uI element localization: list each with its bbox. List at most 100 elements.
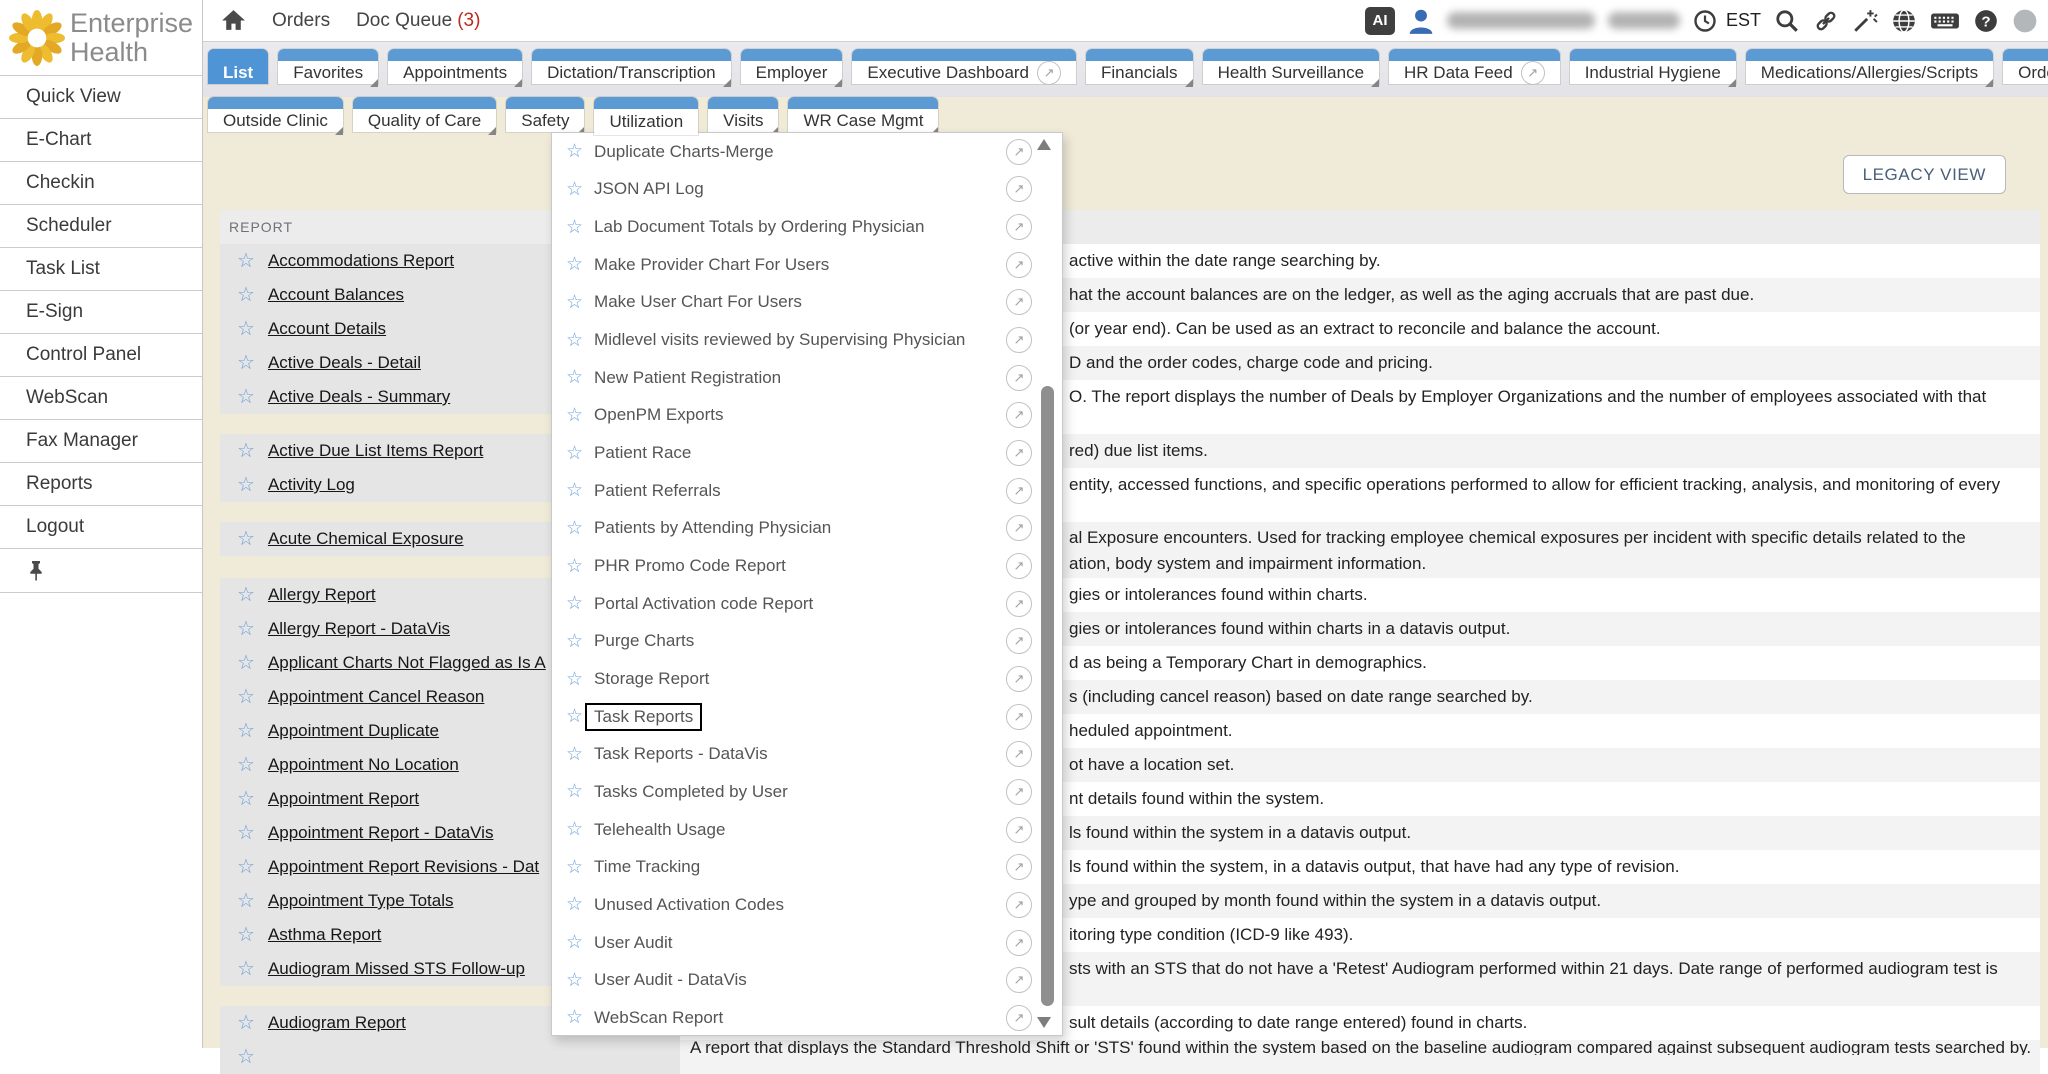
dropdown-item-patients-by-attending-physician[interactable]: ☆Patients by Attending Physician↗	[552, 510, 1062, 548]
tab-employer[interactable]: Employer	[741, 49, 843, 84]
report-link[interactable]: Activity Log	[268, 475, 355, 495]
dropdown-item-midlevel-visits-reviewed-by-supervising-physician[interactable]: ☆Midlevel visits reviewed by Supervising…	[552, 321, 1062, 359]
scroll-down-arrow[interactable]	[1037, 1017, 1051, 1028]
report-link[interactable]: Applicant Charts Not Flagged as Is A	[268, 653, 546, 673]
report-link[interactable]: Appointment Cancel Reason	[268, 687, 484, 707]
dropdown-item-lab-document-totals-by-ordering-physician[interactable]: ☆Lab Document Totals by Ordering Physici…	[552, 208, 1062, 246]
favorite-star-icon[interactable]: ☆	[237, 285, 255, 305]
report-link[interactable]: Account Balances	[268, 285, 404, 305]
report-link[interactable]: Audiogram Report	[268, 1013, 406, 1033]
tab-outside-clinic[interactable]: Outside Clinic	[208, 97, 343, 132]
favorite-star-icon[interactable]: ☆	[237, 387, 255, 407]
report-link[interactable]: Allergy Report - DataVis	[268, 619, 450, 639]
tab-health-surveillance[interactable]: Health Surveillance	[1203, 49, 1379, 84]
dropdown-item-user-audit-datavis[interactable]: ☆User Audit - DataVis↗	[552, 961, 1062, 999]
favorite-star-icon[interactable]: ☆	[566, 218, 583, 237]
report-link[interactable]: Appointment Type Totals	[268, 891, 454, 911]
open-new-window-icon[interactable]: ↗	[1006, 854, 1032, 880]
open-new-window-icon[interactable]: ↗	[1006, 779, 1032, 805]
favorite-star-icon[interactable]: ☆	[566, 519, 583, 538]
favorite-star-icon[interactable]: ☆	[566, 820, 583, 839]
favorite-star-icon[interactable]: ☆	[566, 670, 583, 689]
favorite-star-icon[interactable]: ☆	[237, 823, 255, 843]
open-new-window-icon[interactable]: ↗	[1006, 176, 1032, 202]
tab-list[interactable]: List	[208, 49, 268, 84]
open-new-window-icon[interactable]: ↗	[1006, 327, 1032, 353]
help-icon[interactable]: ?	[1973, 8, 1999, 34]
dropdown-item-make-user-chart-for-users[interactable]: ☆Make User Chart For Users↗	[552, 284, 1062, 322]
favorite-star-icon[interactable]: ☆	[566, 368, 583, 387]
wand-icon[interactable]	[1852, 8, 1878, 34]
dropdown-item-make-provider-chart-for-users[interactable]: ☆Make Provider Chart For Users↗	[552, 246, 1062, 284]
favorite-star-icon[interactable]: ☆	[237, 755, 255, 775]
dropdown-item-unused-activation-codes[interactable]: ☆Unused Activation Codes↗	[552, 886, 1062, 924]
favorite-star-icon[interactable]: ☆	[237, 789, 255, 809]
dropdown-item-purge-charts[interactable]: ☆Purge Charts↗	[552, 623, 1062, 661]
favorite-star-icon[interactable]: ☆	[566, 971, 583, 990]
dropdown-item-phr-promo-code-report[interactable]: ☆PHR Promo Code Report↗	[552, 547, 1062, 585]
sidebar-item-task-list[interactable]: Task List	[0, 248, 202, 291]
favorite-star-icon[interactable]: ☆	[566, 1008, 583, 1027]
tab-dictation-transcription[interactable]: Dictation/Transcription	[532, 49, 731, 84]
report-link[interactable]: Audiogram Missed STS Follow-up	[268, 959, 525, 979]
report-link[interactable]: Accommodations Report	[268, 251, 454, 271]
tab-visits[interactable]: Visits	[708, 97, 778, 132]
favorite-star-icon[interactable]: ☆	[566, 632, 583, 651]
sidebar-item-control-panel[interactable]: Control Panel	[0, 334, 202, 377]
report-link[interactable]: Appointment Report Revisions - Dat	[268, 857, 539, 877]
favorite-star-icon[interactable]: ☆	[237, 721, 255, 741]
favorite-star-icon[interactable]: ☆	[237, 891, 255, 911]
open-new-window-icon[interactable]: ↗	[1006, 628, 1032, 654]
open-new-window-icon[interactable]: ↗	[1006, 892, 1032, 918]
open-new-window-icon[interactable]: ↗	[1006, 817, 1032, 843]
favorite-star-icon[interactable]: ☆	[566, 782, 583, 801]
favorite-star-icon[interactable]: ☆	[237, 529, 255, 549]
favorite-star-icon[interactable]: ☆	[237, 857, 255, 877]
favorite-star-icon[interactable]: ☆	[566, 180, 583, 199]
favorite-star-icon[interactable]: ☆	[237, 353, 255, 373]
tab-medications-allergies-scripts[interactable]: Medications/Allergies/Scripts	[1746, 49, 1993, 84]
dropdown-item-duplicate-charts-merge[interactable]: ☆Duplicate Charts-Merge↗	[552, 133, 1062, 171]
dropdown-item-user-audit[interactable]: ☆User Audit↗	[552, 924, 1062, 962]
sidebar-item-checkin[interactable]: Checkin	[0, 162, 202, 205]
favorite-star-icon[interactable]: ☆	[566, 406, 583, 425]
open-new-window-icon[interactable]: ↗	[1006, 591, 1032, 617]
favorite-star-icon[interactable]: ☆	[237, 959, 255, 979]
favorite-star-icon[interactable]: ☆	[237, 1047, 255, 1067]
report-link[interactable]: Acute Chemical Exposure	[268, 529, 464, 549]
report-link[interactable]: Active Due List Items Report	[268, 441, 483, 461]
open-new-window-icon[interactable]: ↗	[1006, 402, 1032, 428]
open-new-window-icon[interactable]: ↗	[1006, 365, 1032, 391]
favorite-star-icon[interactable]: ☆	[566, 557, 583, 576]
dropdown-item-openpm-exports[interactable]: ☆OpenPM Exports↗	[552, 397, 1062, 435]
favorite-star-icon[interactable]: ☆	[566, 142, 583, 161]
open-new-window-icon[interactable]: ↗	[1006, 478, 1032, 504]
dropdown-item-task-reports[interactable]: ☆Task Reports↗	[552, 698, 1062, 736]
sidebar-item-e-chart[interactable]: E-Chart	[0, 119, 202, 162]
open-new-window-icon[interactable]: ↗	[1006, 252, 1032, 278]
report-link[interactable]: Appointment No Location	[268, 755, 459, 775]
open-new-window-icon[interactable]: ↗	[1006, 666, 1032, 692]
user-icon[interactable]	[1408, 7, 1434, 35]
favorite-star-icon[interactable]: ☆	[566, 481, 583, 500]
sidebar-item-logout[interactable]: Logout	[0, 506, 202, 549]
report-link[interactable]: Appointment Report - DataVis	[268, 823, 494, 843]
dropdown-item-webscan-report[interactable]: ☆WebScan Report↗	[552, 999, 1062, 1037]
favorite-star-icon[interactable]: ☆	[237, 585, 255, 605]
home-icon[interactable]	[221, 9, 246, 32]
favorite-star-icon[interactable]: ☆	[566, 331, 583, 350]
open-new-window-icon[interactable]: ↗	[1006, 515, 1032, 541]
dropdown-item-telehealth-usage[interactable]: ☆Telehealth Usage↗	[552, 811, 1062, 849]
dropdown-item-patient-race[interactable]: ☆Patient Race↗	[552, 434, 1062, 472]
favorite-star-icon[interactable]: ☆	[237, 653, 255, 673]
report-link[interactable]: Appointment Report	[268, 789, 419, 809]
open-new-window-icon[interactable]: ↗	[1006, 440, 1032, 466]
tab-industrial-hygiene[interactable]: Industrial Hygiene	[1570, 49, 1736, 84]
sidebar-pin-row[interactable]	[0, 549, 202, 593]
report-link[interactable]: Account Details	[268, 319, 386, 339]
favorite-star-icon[interactable]: ☆	[566, 707, 583, 726]
favorite-star-icon[interactable]: ☆	[237, 925, 255, 945]
favorite-star-icon[interactable]: ☆	[566, 594, 583, 613]
open-new-window-icon[interactable]: ↗	[1006, 930, 1032, 956]
tab-utilization[interactable]: Utilization	[594, 97, 698, 135]
